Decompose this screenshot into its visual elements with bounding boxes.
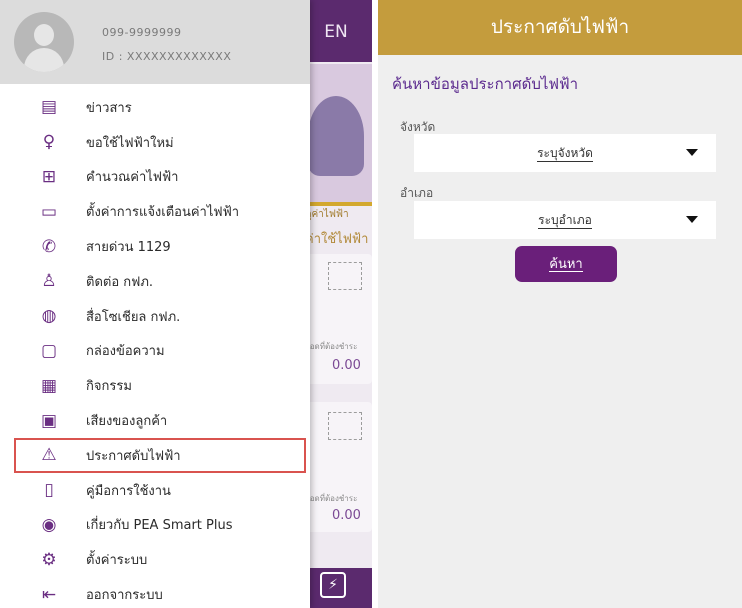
banner-accent-line [300,202,372,206]
profile-id: ID : XXXXXXXXXXXXX [102,50,232,63]
sidebar-item-news[interactable]: ▤ ข่าวสาร [0,90,310,125]
district-select-value: ระบุอำเภอ [538,213,592,229]
sidebar-item-label: สายด่วน 1129 [86,240,171,256]
sidebar-item-phone[interactable]: ✆ สายด่วน 1129 [0,229,310,264]
logout-icon: ⇤ [41,584,57,605]
card2-amount: 0.00 [332,508,361,523]
avatar-head [34,24,54,46]
sidebar-item-label: คำนวณค่าไฟฟ้า [86,170,179,186]
sidebar-item-label: เสียงของลูกค้า [86,414,168,430]
language-button[interactable]: EN [312,16,360,48]
lightbulb-icon: ♀ [42,132,56,153]
page-title: ประกาศดับไฟฟ้า [378,0,742,55]
chevron-down-icon [686,216,698,223]
warning-bolt-icon: ⚠ [41,445,57,466]
sidebar-item-label: กิจกรรม [86,379,132,395]
sidebar-item-label: ติดต่อ กฟภ. [86,274,154,290]
sidebar-item-label: ขอใช้ไฟฟ้าใหม่ [86,135,174,151]
sidebar-item-label: คู่มือการใช้งาน [86,483,171,499]
banner-big-text: ค่าใช้ไฟฟ้า [305,232,369,247]
section-title: ค้นหาข้อมูลประกาศดับไฟฟ้า [392,75,579,93]
sidebar-item-label: ตั้งค่าระบบ [86,553,148,569]
sidebar-item-warning-bolt[interactable]: ⚠ ประกาศดับไฟฟ้า [14,437,306,473]
barcode-icon [328,412,362,440]
sidebar-item-label: ประกาศดับไฟฟ้า [86,448,181,464]
right-screen: ประกาศดับไฟฟ้า ค้นหาข้อมูลประกาศดับไฟฟ้า… [378,0,742,608]
search-button[interactable]: ค้นหา [515,246,617,282]
sidebar-item-lightbulb[interactable]: ♀ ขอใช้ไฟฟ้าใหม่ [0,125,310,160]
home-bolt-icon[interactable]: ⚡ [320,572,346,598]
sidebar-item-message[interactable]: ▢ กล่องข้อความ [0,334,310,369]
manual-icon: ▯ [44,480,54,501]
sidebar-item-globe[interactable]: ◍ สื่อโซเชียล กฟภ. [0,299,310,334]
sidebar-item-label: ตั้งค่าการแจ้งเตือนค่าไฟฟ้า [86,205,240,221]
card1-label: ยอดที่ต้องชำระ [305,342,358,351]
contact-icon: ♙ [41,271,57,292]
profile-header: 099-9999999 ID : XXXXXXXXXXXXX [0,0,310,84]
chat-icon: ▣ [40,410,58,431]
message-icon: ▢ [40,340,58,361]
sidebar-item-calculator[interactable]: ⊞ คำนวณค่าไฟฟ้า [0,160,310,195]
pea-logo-icon: ◉ [41,514,57,535]
banner-illustration [308,96,364,176]
left-screen: EN ดูค่าไฟฟ้า ค่าใช้ไฟฟ้า ยอดที่ต้องชำระ… [0,0,372,608]
banner-small-text: ดูค่าไฟฟ้า [305,209,349,220]
sidebar-item-manual[interactable]: ▯ คู่มือการใช้งาน [0,473,310,508]
news-icon: ▤ [40,97,58,118]
sidebar-item-pea-logo[interactable]: ◉ เกี่ยวกับ PEA Smart Plus [0,508,310,543]
sidebar-item-label: กล่องข้อความ [86,344,165,360]
sidebar-item-logout[interactable]: ⇤ ออกจากระบบ [0,577,310,608]
district-select[interactable]: ระบุอำเภอ [414,201,716,239]
sidebar-item-calendar[interactable]: ▦ กิจกรรม [0,368,310,403]
sidebar-item-gear[interactable]: ⚙ ตั้งค่าระบบ [0,542,310,577]
sidebar-item-label: เกี่ยวกับ PEA Smart Plus [86,518,233,534]
card2-label: ยอดที่ต้องชำระ [305,494,358,503]
globe-icon: ◍ [41,306,57,327]
sidebar-item-label: ข่าวสาร [86,100,132,116]
navigation-drawer: 099-9999999 ID : XXXXXXXXXXXXX ▤ ข่าวสาร ♀… [0,0,310,608]
barcode-icon [328,262,362,290]
calendar-icon: ▦ [40,375,58,396]
battery-icon: ▭ [40,201,58,222]
sidebar-item-contact[interactable]: ♙ ติดต่อ กฟภ. [0,264,310,299]
avatar-body [24,48,64,72]
phone-icon: ✆ [41,236,57,257]
sidebar-item-label: ออกจากระบบ [86,588,163,604]
profile-phone: 099-9999999 [102,26,182,39]
sidebar-item-label: สื่อโซเชียล กฟภ. [86,309,181,325]
drawer-menu: ▤ ข่าวสาร ♀ ขอใช้ไฟฟ้าใหม่ ⊞ คำนวณค่าไฟฟ้า ▭ ตั… [0,90,310,608]
sidebar-item-chat[interactable]: ▣ เสียงของลูกค้า [0,403,310,438]
avatar[interactable] [14,12,74,72]
calculator-icon: ⊞ [41,166,57,187]
chevron-down-icon [686,149,698,156]
province-select[interactable]: ระบุจังหวัด [414,134,716,172]
province-select-value: ระบุจังหวัด [537,146,593,162]
gear-icon: ⚙ [41,549,57,570]
sidebar-item-battery[interactable]: ▭ ตั้งค่าการแจ้งเตือนค่าไฟฟ้า [0,194,310,229]
card1-amount: 0.00 [332,358,361,373]
